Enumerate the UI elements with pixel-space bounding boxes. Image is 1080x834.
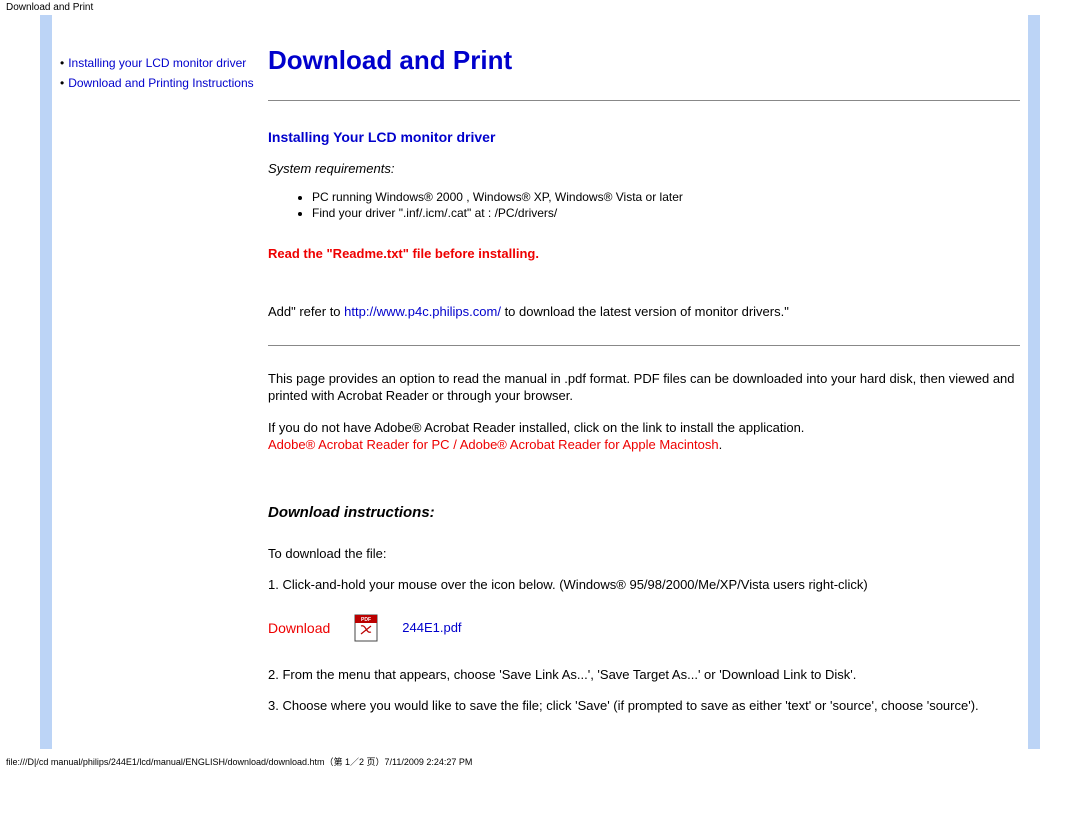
- download-step-2: 2. From the menu that appears, choose 'S…: [268, 666, 1020, 684]
- download-label: Download: [268, 620, 330, 636]
- bullet-icon: •: [60, 55, 68, 71]
- page-wrap: • Installing your LCD monitor driver • D…: [0, 15, 1080, 749]
- download-step-3: 3. Choose where you would like to save t…: [268, 697, 1020, 715]
- list-item: Find your driver ".inf/.icm/.cat" at : /…: [312, 206, 1020, 220]
- acrobat-pc-link[interactable]: Adobe® Acrobat Reader for PC: [268, 437, 450, 452]
- download-intro: To download the file:: [268, 545, 1020, 563]
- section-heading-install: Installing Your LCD monitor driver: [268, 129, 1020, 145]
- right-rail: [1028, 15, 1040, 749]
- download-instructions-heading: Download instructions:: [268, 504, 1020, 521]
- text: /: [450, 437, 460, 452]
- readme-warning: Read the "Readme.txt" file before instal…: [268, 246, 1020, 261]
- pdf-icon[interactable]: PDF: [354, 614, 378, 642]
- text: Add" refer to: [268, 304, 344, 319]
- download-step-1: 1. Click-and-hold your mouse over the ic…: [268, 576, 1020, 594]
- breadcrumb: Download and Print: [0, 0, 1080, 15]
- main-content: Download and Print Installing Your LCD m…: [260, 15, 1028, 749]
- download-file-link[interactable]: 244E1.pdf: [402, 620, 461, 635]
- download-row: Download PDF 244E1.pdf: [268, 614, 1020, 642]
- sidebar: • Installing your LCD monitor driver • D…: [52, 15, 260, 749]
- bullet-icon: •: [60, 75, 68, 91]
- page-title: Download and Print: [268, 45, 1020, 76]
- sidebar-item-label: Installing your LCD monitor driver: [68, 55, 246, 71]
- divider: [268, 345, 1020, 346]
- text: .: [719, 437, 723, 452]
- text: If you do not have Adobe® Acrobat Reader…: [268, 420, 804, 435]
- footer-path: file:///D|/cd manual/philips/244E1/lcd/m…: [0, 749, 1080, 774]
- list-item: PC running Windows® 2000 , Windows® XP, …: [312, 190, 1020, 204]
- sidebar-item-label: Download and Printing Instructions: [68, 75, 253, 91]
- acrobat-mac-link[interactable]: Adobe® Acrobat Reader for Apple Macintos…: [460, 437, 719, 452]
- philips-link[interactable]: http://www.p4c.philips.com/: [344, 304, 501, 319]
- sysreq-label: System requirements:: [268, 161, 1020, 176]
- requirements-list: PC running Windows® 2000 , Windows® XP, …: [268, 190, 1020, 220]
- svg-text:PDF: PDF: [361, 617, 371, 623]
- text: to download the latest version of monito…: [501, 304, 789, 319]
- sidebar-item-install[interactable]: • Installing your LCD monitor driver: [60, 55, 254, 71]
- acrobat-paragraph: If you do not have Adobe® Acrobat Reader…: [268, 419, 1020, 454]
- driver-download-note: Add" refer to http://www.p4c.philips.com…: [268, 303, 1020, 321]
- pdf-info-paragraph: This page provides an option to read the…: [268, 370, 1020, 405]
- sidebar-item-download[interactable]: • Download and Printing Instructions: [60, 75, 254, 91]
- divider: [268, 100, 1020, 101]
- left-rail: [40, 15, 52, 749]
